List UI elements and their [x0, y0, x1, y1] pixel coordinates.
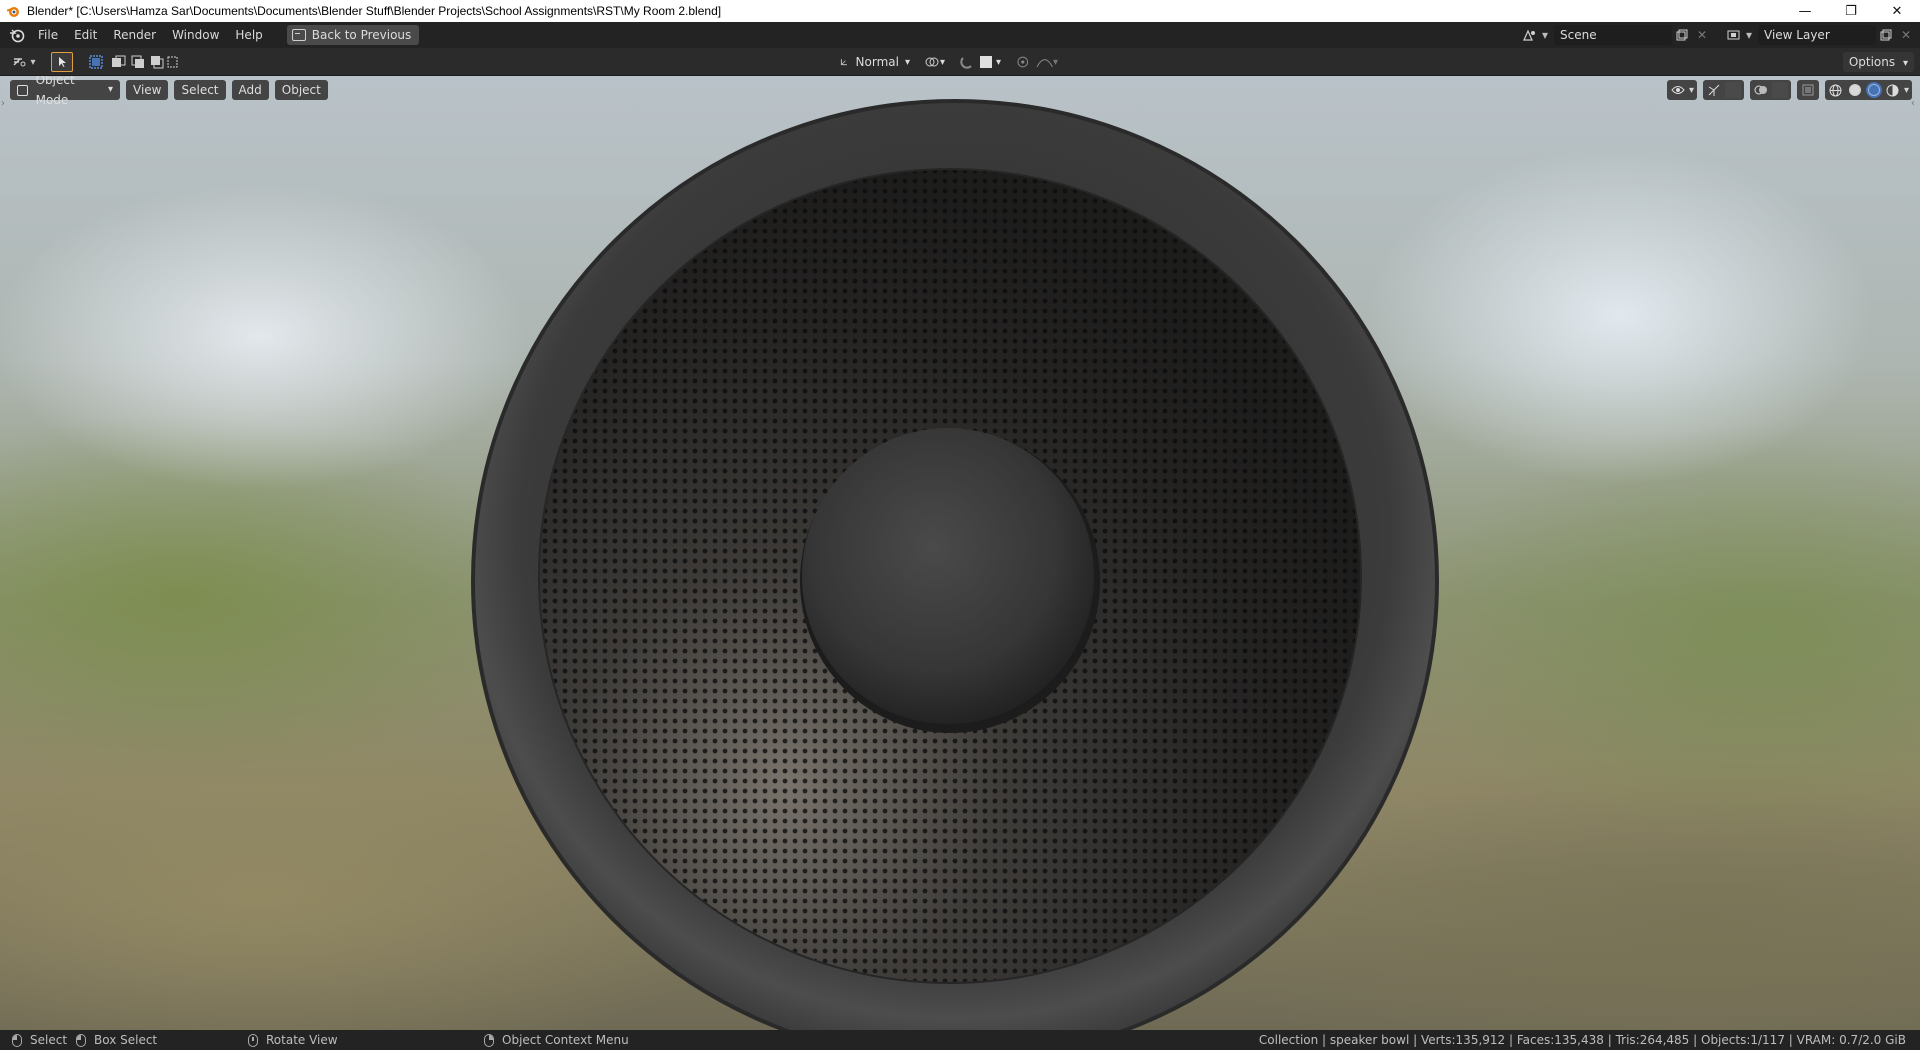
overlay-options-icon — [1771, 82, 1788, 98]
solid-shading-icon[interactable] — [1847, 82, 1863, 98]
mouse-right-icon — [484, 1033, 494, 1047]
scene-selector-icon[interactable] — [1520, 25, 1540, 45]
add-menu-button[interactable]: Add — [231, 80, 269, 100]
select-cursor-icon[interactable] — [51, 52, 73, 72]
proportional-edit-icon — [1017, 56, 1029, 68]
material-preview-shading-icon[interactable] — [1866, 82, 1882, 98]
eye-icon — [1670, 82, 1686, 98]
hint-box-select-label: Box Select — [94, 1033, 158, 1047]
pivot-icon — [925, 57, 939, 67]
back-to-previous-button[interactable]: Back to Previous — [286, 25, 420, 45]
toolbar-expand-arrow[interactable]: › — [1, 98, 9, 112]
shading-mode-group[interactable]: ▾ — [1824, 80, 1912, 100]
proportional-edit-dropdown[interactable]: ▾ — [1012, 52, 1062, 72]
window-titlebar: Blender* [C:\Users\Hamza Sar\Documents\D… — [0, 0, 1920, 22]
delete-scene-icon[interactable]: ✕ — [1692, 25, 1712, 45]
visibility-dropdown[interactable]: ▾ — [1666, 80, 1697, 100]
hint-select-label: Select — [30, 1033, 68, 1047]
transform-orientation-dropdown[interactable]: Normal ▾ — [836, 52, 914, 72]
delete-view-layer-icon[interactable]: ✕ — [1896, 25, 1916, 45]
new-scene-icon[interactable] — [1672, 25, 1692, 45]
speaker-model — [471, 99, 1439, 1030]
editor-type-icon[interactable]: ▾ — [8, 52, 40, 72]
back-screen-icon — [291, 29, 306, 41]
box-select-mode-icons[interactable] — [88, 52, 178, 72]
view-layer-icon[interactable] — [1724, 25, 1744, 45]
chevron-down-icon: ▾ — [996, 56, 1002, 68]
snap-dropdown[interactable]: ▾ — [956, 52, 1008, 72]
orientation-label: Normal — [855, 55, 899, 69]
xray-toggle[interactable] — [1796, 80, 1819, 100]
maximize-button[interactable]: ❐ — [1828, 0, 1874, 22]
blender-app-icon — [5, 3, 21, 19]
window-title: Blender* [C:\Users\Hamza Sar\Documents\D… — [27, 4, 722, 18]
back-to-previous-label: Back to Previous — [311, 28, 412, 42]
gizmo-icon — [1706, 82, 1722, 98]
falloff-curve-icon — [1036, 59, 1053, 68]
scene-name-field[interactable]: Scene — [1554, 25, 1672, 45]
hint-rotate-view-label: Rotate View — [266, 1033, 338, 1047]
hint-box-select: Box Select — [76, 1030, 157, 1050]
menu-file[interactable]: File — [30, 24, 66, 46]
chevron-down-icon: ▾ — [1052, 56, 1058, 68]
menu-help[interactable]: Help — [227, 24, 270, 46]
snap-icon — [960, 57, 972, 69]
select-menu-button[interactable]: Select — [174, 80, 226, 100]
chevron-down-icon[interactable]: ▾ — [1904, 85, 1909, 96]
blender-topbar: File Edit Render Window Help Back to Pre… — [0, 22, 1920, 48]
hint-context-menu-label: Object Context Menu — [502, 1033, 629, 1047]
overlay-toggle[interactable] — [1749, 80, 1791, 100]
speaker-dust-cap — [800, 428, 1100, 733]
chevron-down-icon: ▾ — [1745, 28, 1753, 42]
hint-rotate-view: Rotate View — [248, 1030, 338, 1050]
chevron-down-icon: ▾ — [107, 84, 113, 95]
chevron-down-icon: ▾ — [1688, 84, 1694, 96]
tool-header: ▾ Normal ▾ ▾ ▾ ▾ Options ▾ — [0, 48, 1920, 76]
options-dropdown[interactable]: Options ▾ — [1842, 52, 1914, 72]
status-bar: Select Box Select Rotate View Object Con… — [0, 1030, 1920, 1050]
close-button[interactable]: ✕ — [1874, 0, 1920, 22]
chevron-down-icon: ▾ — [904, 56, 910, 68]
object-mode-dropdown[interactable]: Object Mode ▾ — [10, 76, 120, 107]
rendered-shading-icon[interactable] — [1885, 82, 1901, 98]
view-menu-button[interactable]: View — [126, 80, 169, 100]
transform-orientation-icon — [840, 59, 847, 66]
snap-increment-icon — [980, 56, 992, 68]
chevron-down-icon: ▾ — [1902, 58, 1908, 69]
mouse-drag-icon — [76, 1033, 86, 1047]
object-menu-button[interactable]: Object — [274, 80, 328, 100]
view-layer-field[interactable]: View Layer — [1758, 25, 1876, 45]
blender-logo-icon[interactable] — [4, 22, 30, 48]
gizmo-options-icon — [1724, 82, 1741, 98]
minimize-button[interactable]: — — [1782, 0, 1828, 22]
wireframe-shading-icon[interactable] — [1828, 82, 1844, 98]
chevron-down-icon: ▾ — [940, 56, 946, 68]
overlay-icon — [1753, 82, 1769, 98]
pivot-point-dropdown[interactable]: ▾ — [920, 52, 954, 72]
chevron-down-icon: ▾ — [1541, 28, 1549, 42]
3d-viewport[interactable]: › ‹ Object Mode ▾ View Select Add Object… — [0, 76, 1920, 1030]
object-mode-label: Object Mode — [35, 76, 75, 107]
gizmo-toggle[interactable] — [1702, 80, 1744, 100]
menu-edit[interactable]: Edit — [66, 24, 105, 46]
options-label: Options — [1848, 55, 1896, 69]
menu-render[interactable]: Render — [105, 24, 164, 46]
hint-select: Select — [12, 1030, 67, 1050]
sidebar-expand-arrow[interactable]: ‹ — [1911, 98, 1919, 112]
new-view-layer-icon[interactable] — [1876, 25, 1896, 45]
xray-icon — [1800, 82, 1816, 98]
mouse-left-icon — [12, 1033, 22, 1047]
scene-statistics: Collection | speaker bowl | Verts:135,91… — [1258, 1033, 1906, 1047]
hint-context-menu: Object Context Menu — [484, 1030, 629, 1050]
menu-window[interactable]: Window — [164, 24, 227, 46]
object-mode-icon — [17, 84, 28, 96]
mouse-middle-icon — [248, 1033, 258, 1047]
